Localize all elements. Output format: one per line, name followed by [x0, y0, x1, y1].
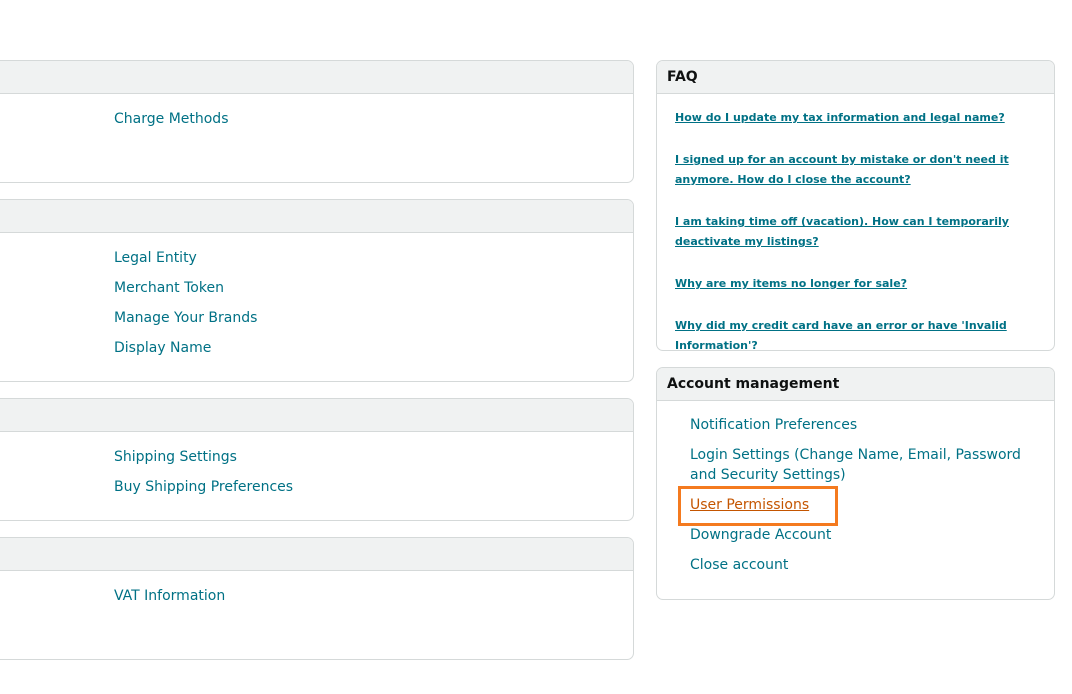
panel-header: [0, 61, 633, 94]
page: Charge Methods Legal Entity Merchant Tok…: [0, 0, 1072, 694]
notification-preferences-link[interactable]: Notification Preferences: [690, 415, 1035, 435]
faq-title: FAQ: [657, 61, 1054, 94]
login-settings-link[interactable]: Login Settings (Change Name, Email, Pass…: [690, 445, 1035, 485]
user-permissions-link[interactable]: User Permissions: [690, 495, 1035, 515]
buy-shipping-preferences-link[interactable]: Buy Shipping Preferences: [114, 477, 293, 497]
faq-panel: FAQ How do I update my tax information a…: [656, 60, 1055, 351]
display-name-link[interactable]: Display Name: [114, 338, 211, 358]
account-management-panel: Account management Notification Preferen…: [656, 367, 1055, 600]
faq-item-credit-card-error[interactable]: Why did my credit card have an error or …: [675, 316, 1037, 350]
shipping-settings-link[interactable]: Shipping Settings: [114, 447, 237, 467]
panel-header: [0, 200, 633, 233]
tax-info-panel: VAT Information: [0, 537, 634, 660]
vat-information-link[interactable]: VAT Information: [114, 586, 225, 606]
faq-item-items-not-for-sale[interactable]: Why are my items no longer for sale?: [675, 274, 1037, 294]
payment-info-panel: Charge Methods: [0, 60, 634, 183]
faq-item-tax-info[interactable]: How do I update my tax information and l…: [675, 108, 1037, 128]
shipping-panel: Shipping Settings Buy Shipping Preferenc…: [0, 398, 634, 521]
charge-methods-link[interactable]: Charge Methods: [114, 109, 229, 129]
manage-your-brands-link[interactable]: Manage Your Brands: [114, 308, 257, 328]
account-management-title: Account management: [657, 368, 1054, 401]
merchant-token-link[interactable]: Merchant Token: [114, 278, 224, 298]
downgrade-account-link[interactable]: Downgrade Account: [690, 525, 1035, 545]
panel-header: [0, 399, 633, 432]
faq-item-close-account[interactable]: I signed up for an account by mistake or…: [675, 150, 1037, 190]
panel-header: [0, 538, 633, 571]
close-account-link[interactable]: Close account: [690, 555, 1035, 575]
business-info-panel: Legal Entity Merchant Token Manage Your …: [0, 199, 634, 382]
faq-item-vacation[interactable]: I am taking time off (vacation). How can…: [675, 212, 1037, 252]
legal-entity-link[interactable]: Legal Entity: [114, 248, 197, 268]
